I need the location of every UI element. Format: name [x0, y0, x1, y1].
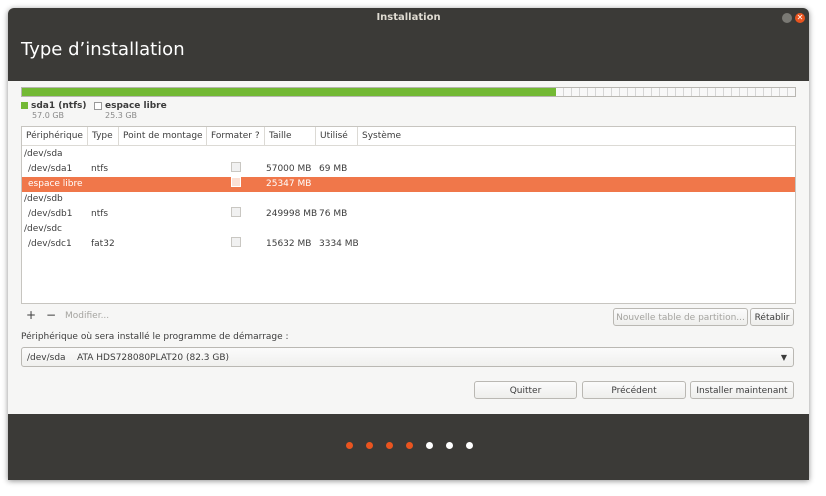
- table-row[interactable]: /dev/sdb: [22, 192, 795, 207]
- partition-bar: [21, 87, 796, 97]
- legend-name: espace libre: [105, 101, 167, 111]
- column-header-type[interactable]: Type: [88, 127, 119, 145]
- minimize-icon[interactable]: [782, 13, 792, 23]
- format-checkbox[interactable]: [231, 162, 241, 172]
- progress-dot-done: [346, 442, 353, 449]
- cell-device: /dev/sdb1: [28, 209, 73, 219]
- format-checkbox[interactable]: [231, 177, 241, 187]
- table-row[interactable]: /dev/sda1 ntfs 57000 MB 69 MB: [22, 162, 795, 177]
- cell-type: fat32: [91, 239, 115, 249]
- progress-dot-pending: [466, 442, 473, 449]
- revert-button[interactable]: Rétablir: [750, 308, 794, 326]
- cell-device: /dev/sdc1: [28, 239, 72, 249]
- progress-dot-done: [406, 442, 413, 449]
- page-title: Type d’installation: [21, 39, 185, 60]
- modify-partition-button[interactable]: Modifier...: [65, 311, 109, 321]
- page-header: Type d’installation: [8, 28, 809, 81]
- cell-used: 76 MB: [319, 209, 348, 219]
- column-header-used[interactable]: Utilisé: [316, 127, 358, 145]
- legend-size: 25.3 GB: [105, 111, 138, 120]
- back-button[interactable]: Précédent: [582, 381, 686, 399]
- table-row[interactable]: /dev/sdc1 fat32 15632 MB 3334 MB: [22, 237, 795, 252]
- bootloader-device-description: ATA HDS728080PLAT20 (82.3 GB): [77, 353, 230, 363]
- cell-device: /dev/sda1: [28, 164, 73, 174]
- column-header-system[interactable]: Système: [358, 127, 795, 145]
- format-checkbox[interactable]: [231, 237, 241, 247]
- table-header: Périphérique Type Point de montage Forma…: [22, 127, 795, 146]
- legend-item-free: espace libre 25.3 GB: [94, 101, 167, 121]
- table-row-selected[interactable]: espace libre 25347 MB: [22, 177, 795, 192]
- cell-device: /dev/sdb: [24, 194, 63, 204]
- column-header-format[interactable]: Formater ?: [207, 127, 265, 145]
- legend-swatch-sda1: [21, 102, 28, 109]
- legend-name: sda1 (ntfs): [31, 101, 87, 111]
- partition-bar-used: [22, 88, 556, 96]
- installer-window: Installation ✕ Type d’installation sda1 …: [8, 8, 809, 480]
- cell-device: /dev/sda: [24, 149, 63, 159]
- cell-type: ntfs: [91, 164, 109, 174]
- legend-item-sda1: sda1 (ntfs) 57.0 GB: [21, 101, 86, 121]
- cell-size: 57000 MB: [266, 164, 312, 174]
- table-row[interactable]: /dev/sdb1 ntfs 249998 MB 76 MB: [22, 207, 795, 222]
- progress-dot-pending: [446, 442, 453, 449]
- table-row[interactable]: /dev/sdc: [22, 222, 795, 237]
- legend-swatch-free: [94, 101, 102, 110]
- legend-size: 57.0 GB: [32, 111, 65, 120]
- cell-size: 249998 MB: [266, 209, 318, 219]
- progress-footer: [8, 414, 809, 480]
- remove-partition-button[interactable]: −: [46, 308, 56, 322]
- cell-size: 25347 MB: [266, 179, 312, 189]
- cell-used: 3334 MB: [319, 239, 359, 249]
- format-checkbox[interactable]: [231, 207, 241, 217]
- column-header-size[interactable]: Taille: [265, 127, 316, 145]
- add-partition-button[interactable]: +: [26, 308, 36, 322]
- chevron-down-icon: ▼: [780, 353, 787, 362]
- quit-button[interactable]: Quitter: [474, 381, 577, 399]
- cell-size: 15632 MB: [266, 239, 312, 249]
- progress-dot-done: [386, 442, 393, 449]
- table-row[interactable]: /dev/sda: [22, 147, 795, 162]
- cell-type: ntfs: [91, 209, 109, 219]
- progress-dot-done: [366, 442, 373, 449]
- bootloader-device: /dev/sda: [27, 353, 66, 363]
- new-partition-table-button[interactable]: Nouvelle table de partition...: [613, 308, 748, 326]
- bootloader-label: Périphérique où sera installé le program…: [21, 332, 289, 342]
- close-icon[interactable]: ✕: [795, 13, 805, 23]
- bootloader-device-select[interactable]: /dev/sda ATA HDS728080PLAT20 (82.3 GB) ▼: [21, 347, 794, 367]
- title-bar: Installation ✕: [8, 8, 809, 28]
- partition-table[interactable]: Périphérique Type Point de montage Forma…: [21, 126, 796, 304]
- column-header-device[interactable]: Périphérique: [22, 127, 88, 145]
- cell-device: espace libre: [28, 179, 83, 189]
- partition-bar-free: [556, 88, 795, 96]
- progress-dot-pending: [426, 442, 433, 449]
- window-title: Installation: [376, 12, 441, 23]
- column-header-mount[interactable]: Point de montage: [119, 127, 207, 145]
- cell-device: /dev/sdc: [24, 224, 62, 234]
- cell-used: 69 MB: [319, 164, 348, 174]
- install-now-button[interactable]: Installer maintenant: [690, 381, 794, 399]
